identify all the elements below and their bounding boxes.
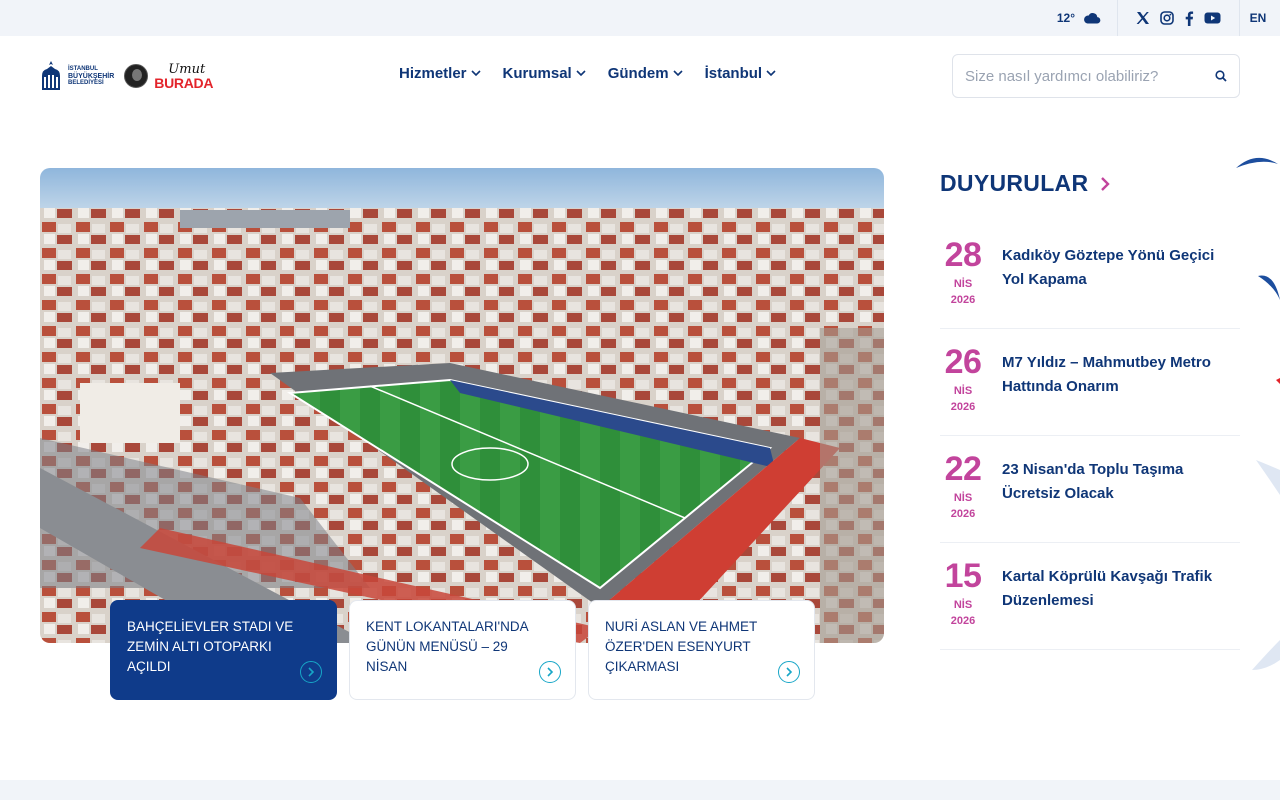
news-card-title: NURİ ASLAN VE AHMET ÖZER'DEN ESENYURT ÇI… xyxy=(605,619,758,674)
weather-widget: 12° xyxy=(1057,0,1118,36)
nav-label: Gündem xyxy=(607,65,669,82)
ibb-wordmark: İSTANBUL BÜYÜKŞEHİR BELEDİYESİ xyxy=(68,66,114,87)
date-year: 2026 xyxy=(950,401,976,413)
language-switch[interactable]: EN xyxy=(1240,11,1280,25)
announcement-date: 28 NİS 2026 xyxy=(940,238,986,306)
announcement-title: 23 Nisan'da Toplu Taşıma Ücretsiz Olacak xyxy=(1002,461,1184,502)
hero-image[interactable] xyxy=(40,168,884,643)
date-day: 28 xyxy=(944,236,982,274)
nav-label: İstanbul xyxy=(704,65,763,82)
news-card-2[interactable]: KENT LOKANTALARI'NDA GÜNÜN MENÜSÜ – 29 N… xyxy=(349,600,576,700)
announcement-title: Kartal Köprülü Kavşağı Trafik Düzenlemes… xyxy=(1002,568,1213,609)
announcement-date: 15 NİS 2026 xyxy=(940,559,986,627)
campaign-word-text: BURADA xyxy=(154,74,214,91)
cloud-icon xyxy=(1083,12,1101,24)
announcements-list: 28 NİS 2026 Kadıköy Göztepe Yönü Geçici … xyxy=(940,222,1240,650)
chevron-down-icon xyxy=(672,70,683,77)
news-slider-cards: BAHÇELİEVLER STADI VE ZEMİN ALTI OTOPARK… xyxy=(110,600,815,700)
news-card-1[interactable]: BAHÇELİEVLER STADI VE ZEMİN ALTI OTOPARK… xyxy=(110,600,337,700)
chevron-right-icon xyxy=(1100,176,1111,192)
announcement-title: Kadıköy Göztepe Yönü Geçici Yol Kapama xyxy=(1002,247,1215,288)
youtube-icon[interactable] xyxy=(1204,12,1221,24)
stadium-aerial-photo xyxy=(40,168,884,643)
campaign-logo: Umut BURADA xyxy=(154,63,213,90)
main-nav: Hizmetler Kurumsal Gündem İstanbul xyxy=(399,65,776,82)
date-year: 2026 xyxy=(950,615,976,627)
logo-line-2: BÜYÜKŞEHİR xyxy=(68,72,115,80)
decorative-waves-icon xyxy=(1236,157,1280,670)
chevron-right-icon[interactable] xyxy=(300,661,322,683)
nav-label: Hizmetler xyxy=(399,65,467,82)
announcement-item[interactable]: 28 NİS 2026 Kadıköy Göztepe Yönü Geçici … xyxy=(940,222,1240,329)
announcement-date: 26 NİS 2026 xyxy=(940,345,986,413)
instagram-icon[interactable] xyxy=(1160,11,1174,25)
nav-label: Kurumsal xyxy=(502,65,572,82)
search-input[interactable] xyxy=(965,67,1215,85)
announcement-item[interactable]: 26 NİS 2026 M7 Yıldız – Mahmutbey Metro … xyxy=(940,329,1240,436)
announcement-title: M7 Yıldız – Mahmutbey Metro Hattında Ona… xyxy=(1002,354,1211,395)
announcements-title: DUYURULAR xyxy=(940,170,1089,196)
announcements-heading[interactable]: DUYURULAR xyxy=(940,170,1111,197)
top-bar: 12° EN xyxy=(0,0,1280,36)
chevron-right-icon[interactable] xyxy=(778,661,800,683)
facebook-icon[interactable] xyxy=(1184,11,1194,26)
news-card-title: BAHÇELİEVLER STADI VE ZEMİN ALTI OTOPARK… xyxy=(127,619,294,674)
announcement-date: 22 NİS 2026 xyxy=(940,452,986,520)
date-year: 2026 xyxy=(950,508,976,520)
date-day: 26 xyxy=(944,343,982,381)
date-day: 15 xyxy=(944,557,982,595)
date-month: NİS xyxy=(953,492,973,504)
search-box xyxy=(952,54,1240,98)
avatar xyxy=(124,64,149,88)
date-month: NİS xyxy=(953,599,973,611)
date-month: NİS xyxy=(953,278,973,290)
search-icon[interactable] xyxy=(1215,70,1227,82)
nav-item-gundem[interactable]: Gündem xyxy=(608,65,683,82)
x-icon[interactable] xyxy=(1136,11,1150,25)
nav-item-hizmetler[interactable]: Hizmetler xyxy=(399,65,481,82)
news-card-title: KENT LOKANTALARI'NDA GÜNÜN MENÜSÜ – 29 N… xyxy=(366,619,528,674)
date-month: NİS xyxy=(953,385,973,397)
temperature-text: 12° xyxy=(1056,11,1075,25)
chevron-right-icon[interactable] xyxy=(539,661,561,683)
announcement-item[interactable]: 15 NİS 2026 Kartal Köprülü Kavşağı Trafi… xyxy=(940,543,1240,650)
logo-line-3: BELEDİYESİ xyxy=(68,79,104,86)
chevron-down-icon xyxy=(470,70,481,77)
site-logo[interactable]: İSTANBUL BÜYÜKŞEHİR BELEDİYESİ Umut BURA… xyxy=(40,60,213,92)
social-links xyxy=(1118,0,1240,36)
news-card-3[interactable]: NURİ ASLAN VE AHMET ÖZER'DEN ESENYURT ÇI… xyxy=(588,600,815,700)
footer-strip xyxy=(0,780,1280,800)
nav-item-istanbul[interactable]: İstanbul xyxy=(705,65,777,82)
announcement-item[interactable]: 22 NİS 2026 23 Nisan'da Toplu Taşıma Ücr… xyxy=(940,436,1240,543)
chevron-down-icon xyxy=(576,70,586,77)
chevron-down-icon xyxy=(766,70,776,77)
ibb-emblem-icon xyxy=(40,60,62,92)
date-year: 2026 xyxy=(950,294,976,306)
logo-line-1: İSTANBUL xyxy=(68,65,98,72)
campaign-script-text: Umut xyxy=(168,61,206,77)
date-day: 22 xyxy=(944,450,982,488)
main-header: İSTANBUL BÜYÜKŞEHİR BELEDİYESİ Umut BURA… xyxy=(0,36,1280,116)
nav-item-kurumsal[interactable]: Kurumsal xyxy=(503,65,586,82)
